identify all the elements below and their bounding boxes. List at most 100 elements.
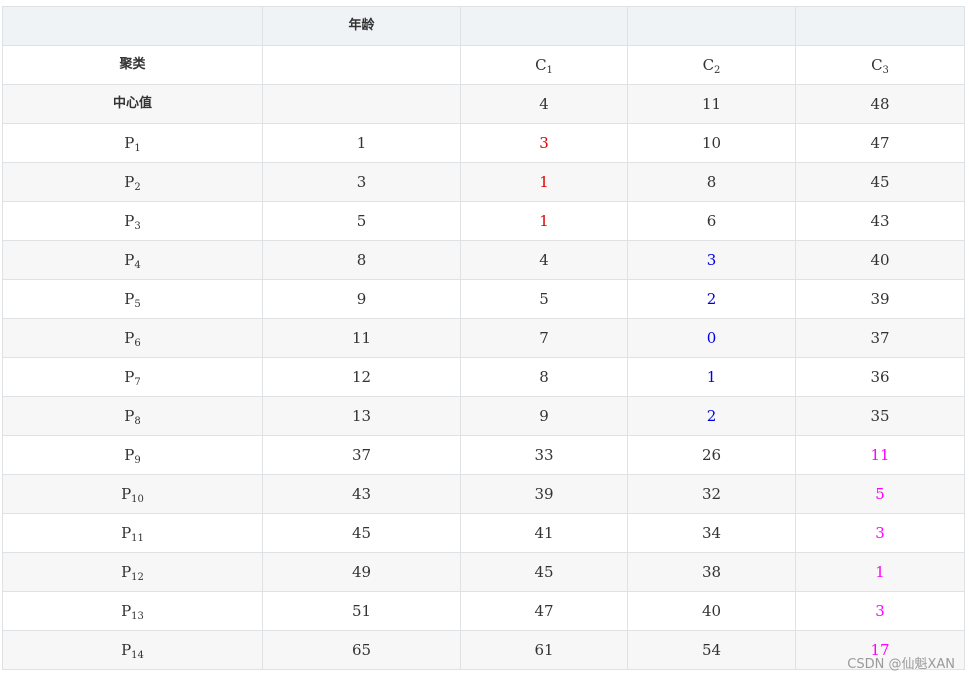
distance-c1: 33 xyxy=(460,435,628,475)
point-letter: P xyxy=(124,446,135,464)
point-subscript: 8 xyxy=(134,416,141,427)
distance-c3: 47 xyxy=(795,123,965,163)
cluster-header-c2: C2 xyxy=(627,45,796,85)
distance-c2: 6 xyxy=(627,201,796,241)
distance-c3: 43 xyxy=(795,201,965,241)
point-subscript: 9 xyxy=(134,455,141,466)
point-label: P10 xyxy=(2,474,263,514)
distance-c1: 9 xyxy=(460,396,628,436)
point-label: P9 xyxy=(2,435,263,475)
cluster-letter: C xyxy=(535,56,547,74)
header-cell-age: 年龄 xyxy=(262,6,461,46)
cluster-letter: C xyxy=(871,56,883,74)
point-row: P10 43 39 32 5 xyxy=(2,474,965,514)
age-value: 5 xyxy=(262,201,461,241)
age-value: 37 xyxy=(262,435,461,475)
distance-c2: 34 xyxy=(627,513,796,553)
point-subscript: 4 xyxy=(134,260,141,271)
age-value: 45 xyxy=(262,513,461,553)
distance-c1: 7 xyxy=(460,318,628,358)
distance-c1-min: 3 xyxy=(460,123,628,163)
point-row: P9 37 33 26 11 xyxy=(2,435,965,475)
center-value-c2: 11 xyxy=(627,84,796,124)
distance-c2-min: 3 xyxy=(627,240,796,280)
point-label: P13 xyxy=(2,591,263,631)
point-label: P7 xyxy=(2,357,263,397)
point-letter: P xyxy=(124,212,135,230)
point-subscript: 14 xyxy=(131,650,144,661)
point-subscript: 6 xyxy=(134,338,141,349)
point-label: P5 xyxy=(2,279,263,319)
point-row: P3 5 1 6 43 xyxy=(2,201,965,241)
cluster-header-c1: C1 xyxy=(460,45,628,85)
distance-c3: 45 xyxy=(795,162,965,202)
point-subscript: 1 xyxy=(134,143,141,154)
distance-c2: 38 xyxy=(627,552,796,592)
distance-c1: 5 xyxy=(460,279,628,319)
age-value: 11 xyxy=(262,318,461,358)
point-subscript: 7 xyxy=(134,377,141,388)
point-letter: P xyxy=(121,563,132,581)
point-label: P2 xyxy=(2,162,263,202)
distance-c3-min: 5 xyxy=(795,474,965,514)
distance-c2: 8 xyxy=(627,162,796,202)
distance-c3: 37 xyxy=(795,318,965,358)
point-row: P11 45 41 34 3 xyxy=(2,513,965,553)
point-row: P13 51 47 40 3 xyxy=(2,591,965,631)
distance-c2: 40 xyxy=(627,591,796,631)
age-value: 43 xyxy=(262,474,461,514)
csdn-watermark: CSDN @仙魁XAN xyxy=(847,657,955,672)
distance-c3: 39 xyxy=(795,279,965,319)
distance-c2: 10 xyxy=(627,123,796,163)
point-subscript: 2 xyxy=(134,182,141,193)
cluster-subscript: 2 xyxy=(714,65,721,76)
distance-c2-min: 1 xyxy=(627,357,796,397)
point-letter: P xyxy=(124,173,135,191)
point-letter: P xyxy=(124,329,135,347)
point-subscript: 12 xyxy=(131,572,144,583)
distance-c3: 36 xyxy=(795,357,965,397)
point-letter: P xyxy=(121,485,132,503)
distance-c2: 32 xyxy=(627,474,796,514)
point-row: P4 8 4 3 40 xyxy=(2,240,965,280)
point-label: P1 xyxy=(2,123,263,163)
point-label: P12 xyxy=(2,552,263,592)
distance-c1-min: 1 xyxy=(460,162,628,202)
cluster-header-c3: C3 xyxy=(795,45,965,85)
center-row: 中心值 4 11 48 xyxy=(2,84,965,124)
distance-c3: 40 xyxy=(795,240,965,280)
age-value: 12 xyxy=(262,357,461,397)
distance-c3-min: 1 xyxy=(795,552,965,592)
header-cell xyxy=(795,6,965,46)
point-row: P5 9 5 2 39 xyxy=(2,279,965,319)
point-row: P14 65 61 54 17 xyxy=(2,630,965,670)
center-row-label: 中心值 xyxy=(2,84,263,124)
point-letter: P xyxy=(124,251,135,269)
cluster-subscript: 3 xyxy=(882,65,889,76)
distance-c1: 4 xyxy=(460,240,628,280)
cluster-row: 聚类 C1 C2 C3 xyxy=(2,45,965,85)
point-label: P14 xyxy=(2,630,263,670)
distance-c2: 26 xyxy=(627,435,796,475)
distance-c1-min: 1 xyxy=(460,201,628,241)
point-row: P1 1 3 10 47 xyxy=(2,123,965,163)
point-row: P7 12 8 1 36 xyxy=(2,357,965,397)
header-cell xyxy=(2,6,263,46)
point-label: P4 xyxy=(2,240,263,280)
age-value: 3 xyxy=(262,162,461,202)
point-row: P8 13 9 2 35 xyxy=(2,396,965,436)
point-letter: P xyxy=(124,368,135,386)
point-letter: P xyxy=(124,290,135,308)
point-letter: P xyxy=(124,134,135,152)
age-value: 49 xyxy=(262,552,461,592)
cluster-row-label: 聚类 xyxy=(2,45,263,85)
point-letter: P xyxy=(121,524,132,542)
distance-c2-min: 2 xyxy=(627,279,796,319)
center-value-c3: 48 xyxy=(795,84,965,124)
distance-c3-min: 11 xyxy=(795,435,965,475)
age-value: 1 xyxy=(262,123,461,163)
distance-c1: 41 xyxy=(460,513,628,553)
age-value: 13 xyxy=(262,396,461,436)
header-cell xyxy=(460,6,628,46)
point-subscript: 11 xyxy=(131,533,144,544)
